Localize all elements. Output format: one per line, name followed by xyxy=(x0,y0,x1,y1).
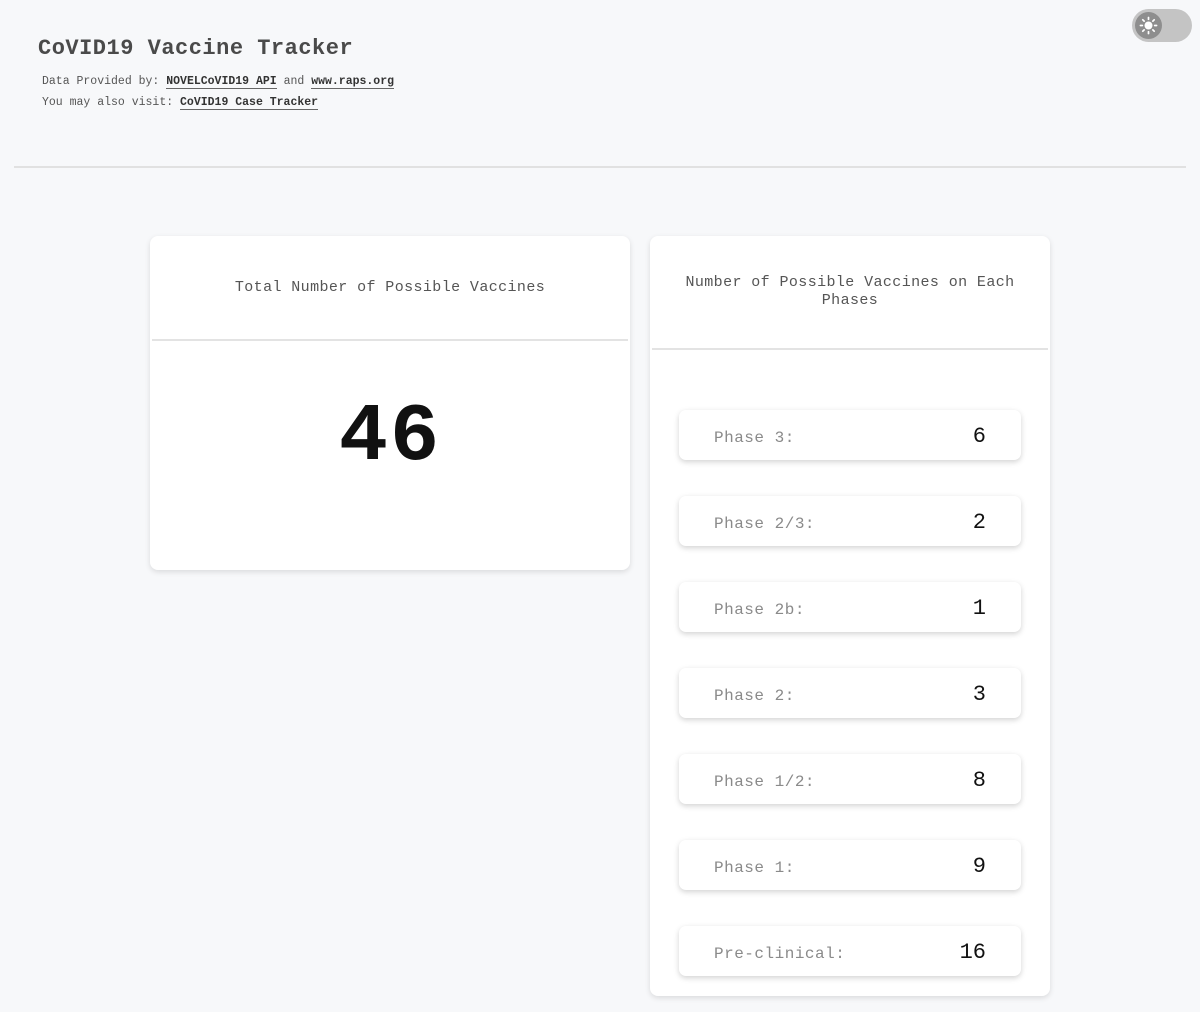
page-header: CoVID19 Vaccine Tracker Data Provided by… xyxy=(38,36,395,113)
phase-value: 2 xyxy=(972,509,986,535)
total-vaccines-value: 46 xyxy=(338,391,442,484)
phase-label: Phase 2: xyxy=(714,687,795,705)
phase-label: Phase 2/3: xyxy=(714,515,816,533)
data-source-line: Data Provided by: NOVELCoVID19 API and w… xyxy=(42,71,395,92)
phase-item-phase-2-3: Phase 2/3: 2 xyxy=(679,496,1021,546)
theme-toggle[interactable] xyxy=(1132,9,1192,42)
phase-list: Phase 3: 6 Phase 2/3: 2 Phase 2b: 1 Phas… xyxy=(679,410,1021,1012)
sun-icon xyxy=(1139,16,1158,35)
phase-label: Phase 1: xyxy=(714,859,795,877)
phase-item-pre-clinical: Pre-clinical: 16 xyxy=(679,926,1021,976)
total-vaccines-card: Total Number of Possible Vaccines 46 xyxy=(150,236,630,570)
phase-value: 3 xyxy=(972,681,986,707)
case-tracker-link[interactable]: CoVID19 Case Tracker xyxy=(180,96,319,110)
credits: Data Provided by: NOVELCoVID19 API and w… xyxy=(42,71,395,113)
visit-prefix: You may also visit: xyxy=(42,96,174,109)
phase-label: Phase 2b: xyxy=(714,601,805,619)
phase-label: Phase 3: xyxy=(714,429,795,447)
phase-value: 8 xyxy=(972,767,986,793)
phase-value: 16 xyxy=(959,939,986,965)
toggle-knob xyxy=(1135,12,1162,39)
phases-card-title: Number of Possible Vaccines on Each Phas… xyxy=(685,274,1015,309)
phase-label: Pre-clinical: xyxy=(714,945,846,963)
phase-label: Phase 1/2: xyxy=(714,773,816,791)
phases-card: Number of Possible Vaccines on Each Phas… xyxy=(650,236,1050,996)
phase-value: 6 xyxy=(972,423,986,449)
data-source-prefix: Data Provided by: xyxy=(42,75,160,88)
card-divider xyxy=(152,339,628,341)
and-text: and xyxy=(283,75,305,88)
app-title: CoVID19 Vaccine Tracker xyxy=(38,36,354,61)
phase-item-phase-1-2: Phase 1/2: 8 xyxy=(679,754,1021,804)
phase-item-phase-2: Phase 2: 3 xyxy=(679,668,1021,718)
phase-item-phase-3: Phase 3: 6 xyxy=(679,410,1021,460)
raps-link[interactable]: www.raps.org xyxy=(311,75,395,89)
card-divider xyxy=(652,348,1048,350)
api-link[interactable]: NOVELCoVID19 API xyxy=(166,75,277,89)
visit-line: You may also visit: CoVID19 Case Tracker xyxy=(42,92,394,113)
phase-item-phase-2b: Phase 2b: 1 xyxy=(679,582,1021,632)
phase-item-phase-1: Phase 1: 9 xyxy=(679,840,1021,890)
header-divider xyxy=(14,166,1186,168)
total-card-title: Total Number of Possible Vaccines xyxy=(234,279,546,296)
phase-value: 9 xyxy=(972,853,986,879)
phase-value: 1 xyxy=(972,595,986,621)
